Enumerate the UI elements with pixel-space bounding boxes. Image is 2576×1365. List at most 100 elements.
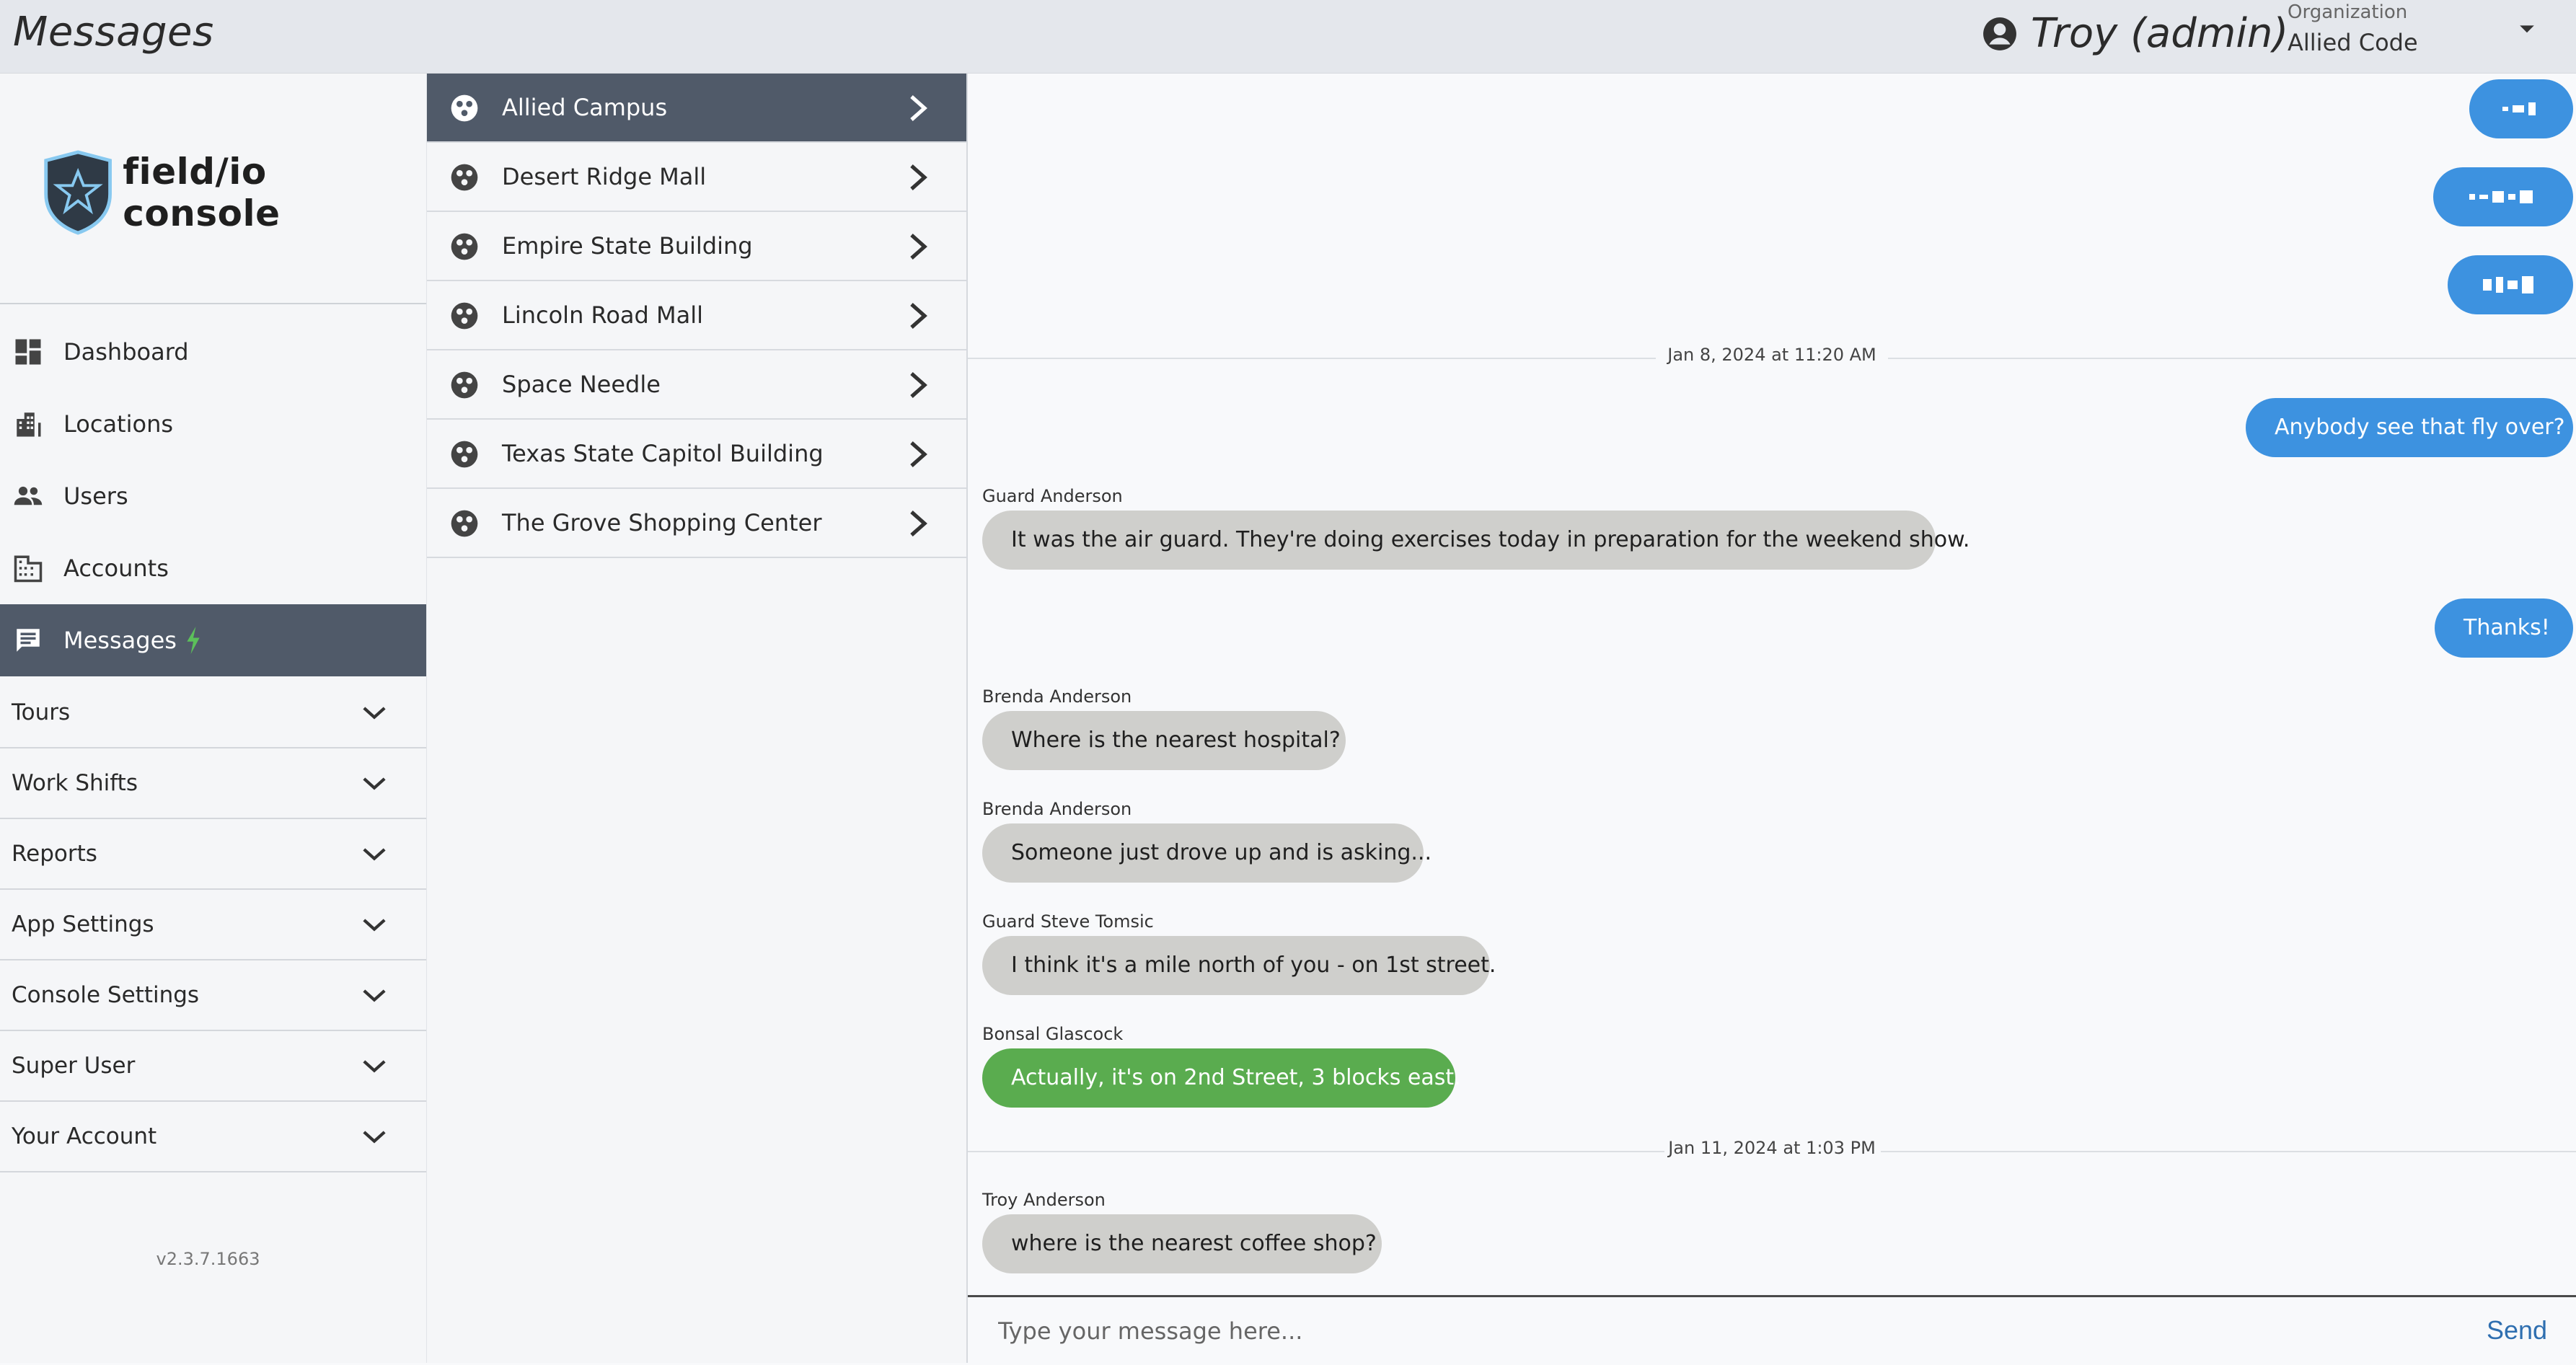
section-label: App Settings <box>12 911 154 937</box>
message-bubble: Where is the nearest hospital? <box>982 711 1346 770</box>
section-tours[interactable]: Tours <box>0 678 426 748</box>
chevron-down-icon <box>363 1060 386 1073</box>
chevron-right-icon <box>910 234 927 260</box>
nav-item-messages[interactable]: Messages <box>0 604 426 676</box>
section-work-shifts[interactable]: Work Shifts <box>0 748 426 819</box>
chevron-down-icon <box>363 989 386 1002</box>
location-label: Space Needle <box>502 371 661 398</box>
nav-item-locations[interactable]: Locations <box>0 388 426 460</box>
message-text: It was the air guard. They're doing exer… <box>1011 527 1970 552</box>
nav-item-label: Messages <box>63 627 177 654</box>
section-label: Reports <box>12 841 97 867</box>
location-item-texas-state-capitol-building[interactable]: Texas State Capitol Building <box>427 420 966 489</box>
main-nav: Dashboard Locations Users Accounts Messa… <box>0 316 426 676</box>
date-separator: Jan 11, 2024 at 1:03 PM <box>968 1136 2576 1165</box>
message-text: I think it's a mile north of you - on 1s… <box>1011 953 1496 978</box>
building-icon <box>17 412 41 437</box>
chevron-down-icon <box>363 777 386 790</box>
nav-item-label: Users <box>63 482 128 510</box>
message-sender: Guard Anderson <box>982 486 1123 506</box>
location-item-empire-state-building[interactable]: Empire State Building <box>427 212 966 281</box>
location-list: Allied Campus Desert Ridge Mall Empire S… <box>427 74 968 1363</box>
accounts-icon <box>14 555 43 583</box>
location-group-icon <box>451 233 478 260</box>
chevron-right-icon <box>910 95 927 121</box>
nav-item-dashboard[interactable]: Dashboard <box>0 316 426 388</box>
top-bar: Messages Troy (admin) Organization Allie… <box>0 0 2576 74</box>
location-item-allied-campus[interactable]: Allied Campus <box>427 74 966 143</box>
page-title: Messages <box>13 9 214 56</box>
section-label: Work Shifts <box>12 770 138 796</box>
location-label: Texas State Capitol Building <box>502 440 824 467</box>
chevron-right-icon <box>910 164 927 190</box>
message-text: Where is the nearest hospital? <box>1011 728 1341 753</box>
message-sender: Guard Steve Tomsic <box>982 911 1154 932</box>
chevron-right-icon <box>910 372 927 398</box>
message-sender: Troy Anderson <box>982 1190 1106 1210</box>
section-your-account[interactable]: Your Account <box>0 1102 426 1172</box>
users-icon <box>14 486 43 505</box>
user-menu[interactable]: Troy (admin) <box>1982 10 2288 57</box>
section-console-settings[interactable]: Console Settings <box>0 960 426 1031</box>
location-item-the-grove-shopping-center[interactable]: The Grove Shopping Center <box>427 489 966 558</box>
brand: field/io console <box>40 149 426 237</box>
organization-label: Organization <box>2288 1 2408 23</box>
location-label: Allied Campus <box>502 94 668 121</box>
location-label: The Grove Shopping Center <box>502 509 822 536</box>
version-label: v2.3.7.1663 <box>156 1249 260 1269</box>
date-separator: Jan 8, 2024 at 11:20 AM <box>968 343 2576 372</box>
location-group-icon <box>451 94 478 122</box>
nav-item-users[interactable]: Users <box>0 460 426 532</box>
message-bubble-emoji <box>2448 255 2573 314</box>
date-label: Jan 8, 2024 at 11:20 AM <box>1667 345 1876 365</box>
message-text: Anybody see that fly over? <box>2275 415 2565 440</box>
section-reports[interactable]: Reports <box>0 819 426 890</box>
location-item-desert-ridge-mall[interactable]: Desert Ridge Mall <box>427 143 966 212</box>
section-super-user[interactable]: Super User <box>0 1031 426 1102</box>
message-text: Thanks! <box>2463 615 2550 640</box>
message-bubble: Thanks! <box>2435 598 2573 658</box>
message-input[interactable] <box>997 1312 2370 1351</box>
section-label: Super User <box>12 1053 136 1079</box>
chevron-right-icon <box>910 303 927 329</box>
nav-item-label: Dashboard <box>63 338 189 366</box>
location-label: Lincoln Road Mall <box>502 301 703 329</box>
send-button[interactable]: Send <box>2482 1315 2551 1346</box>
section-label: Tours <box>12 699 71 725</box>
chevron-down-icon <box>363 1131 386 1144</box>
message-thread[interactable]: Jan 8, 2024 at 11:20 AM Anybody see that… <box>968 74 2576 1295</box>
location-label: Desert Ridge Mall <box>502 163 707 190</box>
location-item-space-needle[interactable]: Space Needle <box>427 350 966 420</box>
location-group-icon <box>451 441 478 468</box>
nav-item-label: Locations <box>63 410 174 438</box>
section-label: Your Account <box>12 1123 157 1149</box>
location-group-icon <box>451 164 478 191</box>
location-group-icon <box>451 510 478 537</box>
dashboard-icon <box>15 339 41 365</box>
bolt-icon <box>187 627 200 654</box>
message-bubble-emoji <box>2469 79 2573 138</box>
message-text: where is the nearest coffee shop? <box>1011 1231 1377 1256</box>
location-group-icon <box>451 302 478 330</box>
message-sender: Bonsal Glascock <box>982 1024 1124 1044</box>
section-app-settings[interactable]: App Settings <box>0 890 426 960</box>
organization-select[interactable]: Allied Code <box>2288 29 2418 56</box>
message-sender: Brenda Anderson <box>982 799 1132 819</box>
nav-item-accounts[interactable]: Accounts <box>0 532 426 604</box>
caret-down-icon[interactable] <box>2517 22 2537 37</box>
message-composer: Send <box>968 1295 2576 1365</box>
message-text: Someone just drove up and is asking... <box>1011 840 1432 865</box>
message-text: Actually, it's on 2nd Street, 3 blocks e… <box>1011 1065 1461 1090</box>
chevron-down-icon <box>363 848 386 861</box>
chevron-down-icon <box>363 707 386 720</box>
divider <box>0 303 426 304</box>
user-name: Troy (admin) <box>2031 10 2289 57</box>
account-circle-icon <box>1983 17 2016 50</box>
message-bubble: It was the air guard. They're doing exer… <box>982 511 1970 570</box>
chevron-down-icon <box>363 919 386 932</box>
location-item-lincoln-road-mall[interactable]: Lincoln Road Mall <box>427 281 966 350</box>
message-bubble-emoji <box>2433 167 2573 226</box>
message-bubble: I think it's a mile north of you - on 1s… <box>982 936 1496 995</box>
message-bubble: where is the nearest coffee shop? <box>982 1214 1382 1273</box>
location-group-icon <box>451 371 478 399</box>
